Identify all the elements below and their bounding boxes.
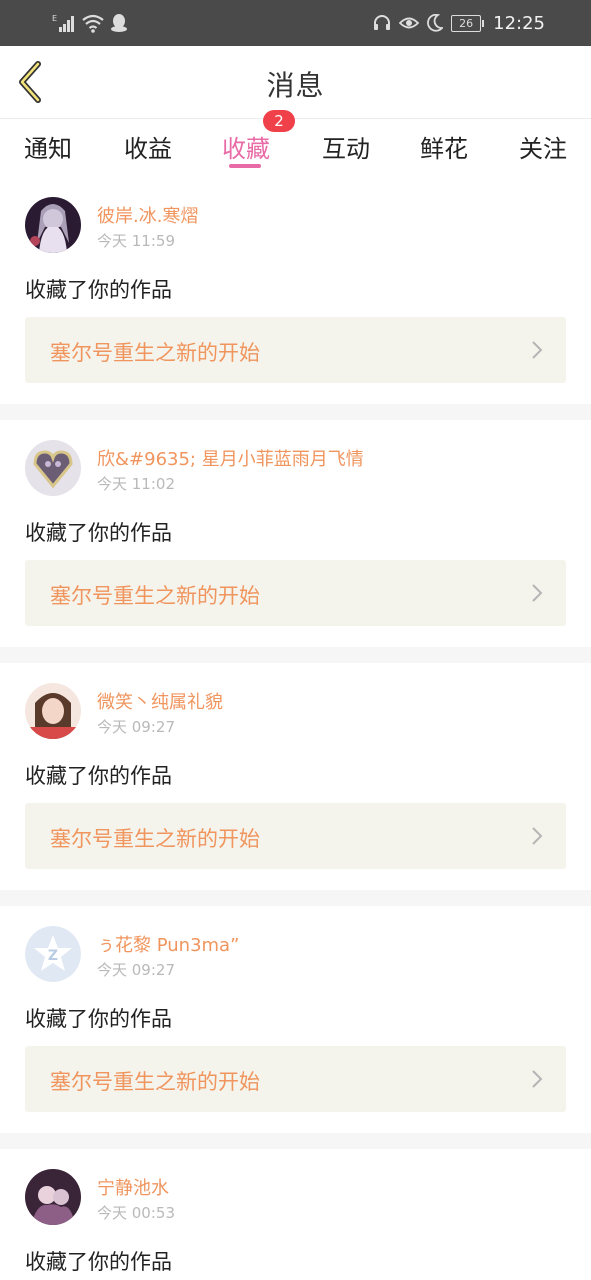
headphones-icon	[374, 15, 391, 30]
user-avatar[interactable]	[25, 683, 81, 739]
eye-icon	[399, 17, 420, 29]
message-item: 彼岸.冰.寒熠 今天 11:59 收藏了你的作品 塞尔号重生之新的开始	[0, 180, 591, 407]
tab-bar: 通知 收益 收藏 互动 鲜花 关注	[0, 119, 591, 179]
default-avatar-icon[interactable]: Z	[25, 926, 81, 982]
moon-icon	[427, 14, 444, 32]
divider	[0, 647, 591, 663]
user-avatar[interactable]	[25, 440, 81, 496]
work-link[interactable]: 塞尔号重生之新的开始	[25, 560, 566, 626]
status-time: 12:25	[493, 12, 545, 34]
tab-following[interactable]: 关注	[519, 129, 567, 164]
svg-text:Z: Z	[48, 948, 58, 964]
work-link[interactable]: 塞尔号重生之新的开始	[25, 1046, 566, 1112]
message-action: 收藏了你的作品	[25, 521, 172, 545]
message-item: 微笑丶纯属礼貌 今天 09:27 收藏了你的作品 塞尔号重生之新的开始	[0, 666, 591, 893]
work-title: 塞尔号重生之新的开始	[50, 827, 260, 851]
user-avatar[interactable]	[25, 1169, 81, 1225]
message-time: 今天 00:53	[97, 1204, 175, 1222]
svg-text:E: E	[52, 14, 57, 23]
chevron-right-icon	[532, 827, 543, 845]
tab-interactions[interactable]: 互动	[322, 129, 370, 164]
nav-bar: 消息	[0, 46, 591, 119]
user-name[interactable]: ぅ花黎 Pun3ma”	[97, 931, 239, 957]
message-time: 今天 09:27	[97, 961, 175, 979]
page-title: 消息	[266, 69, 325, 102]
message-time: 今天 09:27	[97, 718, 175, 736]
message-action: 收藏了你的作品	[25, 1250, 172, 1274]
divider	[0, 890, 591, 906]
user-name[interactable]: 宁静池水	[97, 1174, 169, 1200]
battery-indicator: 26	[451, 14, 485, 32]
divider	[0, 404, 591, 420]
tab-favorites[interactable]: 收藏	[222, 129, 270, 164]
work-link[interactable]: 塞尔号重生之新的开始	[25, 317, 566, 383]
user-avatar[interactable]	[25, 197, 81, 253]
work-title: 塞尔号重生之新的开始	[50, 584, 260, 608]
message-item: Z ぅ花黎 Pun3ma” 今天 09:27 收藏了你的作品 塞尔号重生之新的开…	[0, 909, 591, 1136]
message-item: 宁静池水 今天 00:53 收藏了你的作品	[0, 1152, 591, 1280]
work-title: 塞尔号重生之新的开始	[50, 1070, 260, 1094]
signal-icon: E	[52, 14, 74, 32]
work-title: 塞尔号重生之新的开始	[50, 341, 260, 365]
chevron-right-icon	[532, 341, 543, 359]
message-action: 收藏了你的作品	[25, 764, 172, 788]
message-action: 收藏了你的作品	[25, 278, 172, 302]
user-name[interactable]: 彼岸.冰.寒熠	[97, 202, 198, 228]
wifi-icon	[82, 14, 104, 33]
message-time: 今天 11:59	[97, 232, 175, 250]
active-tab-indicator	[229, 164, 261, 168]
message-action: 收藏了你的作品	[25, 1007, 172, 1031]
status-bar: E 26 12:25	[0, 0, 591, 46]
chevron-right-icon	[532, 584, 543, 602]
message-item: 欣&#9635; 星月小菲蓝雨月飞情 今天 11:02 收藏了你的作品 塞尔号重…	[0, 423, 591, 650]
user-name[interactable]: 微笑丶纯属礼貌	[97, 688, 223, 714]
message-time: 今天 11:02	[97, 475, 175, 493]
tab-notifications[interactable]: 通知	[24, 129, 72, 164]
divider	[0, 1133, 591, 1149]
tab-flowers[interactable]: 鲜花	[420, 129, 468, 164]
qq-icon	[111, 14, 127, 32]
status-right: 26 12:25	[373, 11, 545, 35]
user-name[interactable]: 欣&#9635; 星月小菲蓝雨月飞情	[97, 445, 364, 471]
work-link[interactable]: 塞尔号重生之新的开始	[25, 803, 566, 869]
chevron-right-icon	[532, 1070, 543, 1088]
favorites-count-badge: 2	[263, 110, 295, 132]
tab-earnings[interactable]: 收益	[124, 129, 172, 164]
status-left: E	[52, 12, 128, 34]
